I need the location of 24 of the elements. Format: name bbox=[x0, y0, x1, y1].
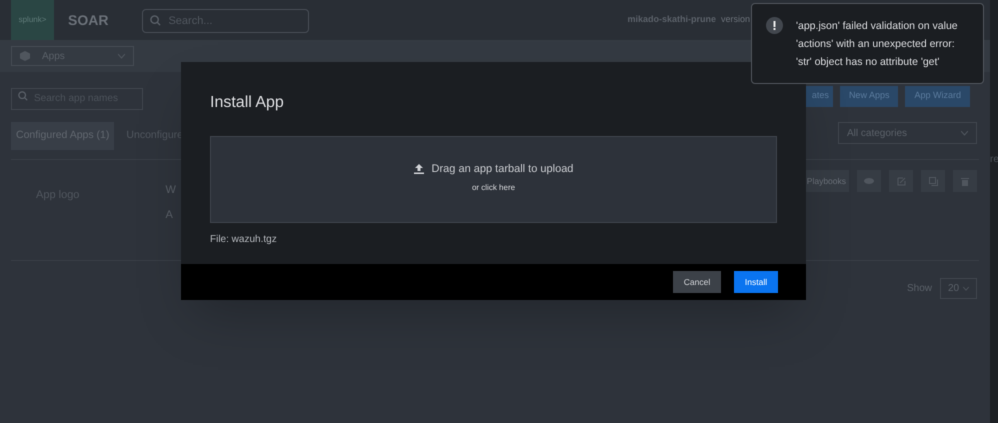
install-button[interactable]: Install bbox=[734, 271, 778, 293]
upload-icon bbox=[414, 164, 424, 174]
alert-icon bbox=[766, 17, 783, 34]
delete-button[interactable] bbox=[953, 170, 977, 192]
chevron-icon bbox=[961, 130, 968, 136]
edit-button[interactable] bbox=[889, 170, 913, 192]
error-message: 'app.json' failed validation on value 'actions' with an unexpected error: 'str' object has no attribute 'get' bbox=[796, 19, 959, 70]
dialog-title: Install App bbox=[210, 93, 284, 113]
copy-button[interactable] bbox=[921, 170, 945, 192]
cancel-button[interactable]: Cancel bbox=[673, 271, 721, 293]
search-icon bbox=[150, 15, 162, 26]
trash-icon bbox=[961, 176, 969, 186]
dropzone-text: Drag an app tarball to upload bbox=[432, 162, 574, 177]
chevron-icon bbox=[963, 286, 970, 290]
search-icon bbox=[18, 91, 28, 101]
copy-icon bbox=[928, 176, 938, 186]
edit-icon bbox=[896, 176, 906, 186]
version-text: version bbox=[720, 13, 750, 26]
view-button[interactable] bbox=[857, 170, 881, 192]
chevron-icon bbox=[118, 54, 125, 58]
product-name: SOAR bbox=[68, 10, 108, 30]
dropzone[interactable]: Drag an app tarball to upload or click here bbox=[210, 136, 777, 223]
dropzone-subtext: or click here bbox=[472, 182, 516, 194]
file-name: File: wazuh.tgz bbox=[210, 233, 278, 247]
